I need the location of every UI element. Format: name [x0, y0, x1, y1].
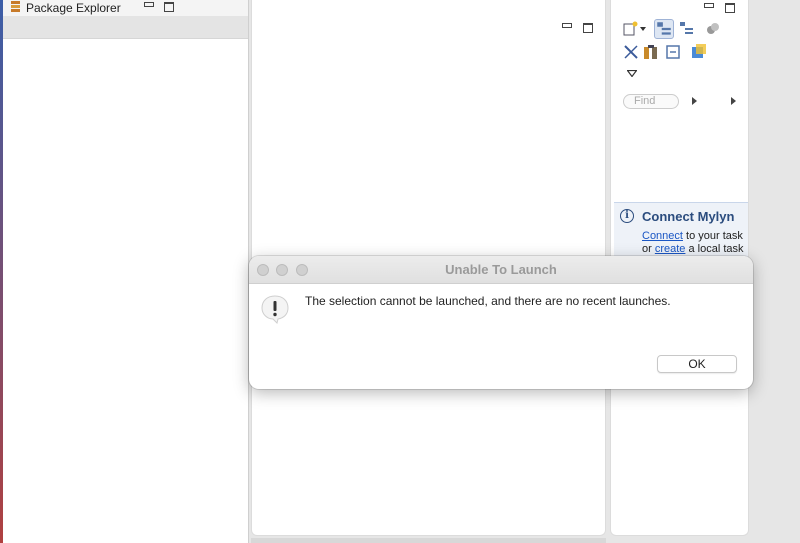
new-task-icon[interactable]: [623, 21, 639, 37]
mylyn-connect-line: Connect to your task: [642, 230, 743, 242]
dialog-title: Unable To Launch: [445, 262, 557, 277]
package-explorer-toolbar: [3, 16, 248, 39]
minimize-view-icon[interactable]: [144, 2, 154, 7]
create-line-text: a local task: [685, 243, 744, 255]
new-task-dropdown-icon[interactable]: [640, 27, 646, 31]
package-explorer-view: Package Explorer: [3, 0, 249, 543]
task-view-minimize-icon[interactable]: [704, 3, 714, 8]
link-editor-icon[interactable]: [691, 43, 707, 59]
scheduled-view-icon[interactable]: [679, 21, 695, 37]
maximize-view-icon[interactable]: [164, 2, 174, 12]
filter-completed-icon[interactable]: [623, 44, 639, 60]
task-view-maximize-icon[interactable]: [725, 3, 735, 13]
focus-icon[interactable]: [705, 21, 721, 37]
exclamation-alert-icon: [261, 295, 289, 324]
info-icon: i: [620, 209, 634, 223]
dialog-message: The selection cannot be launched, and th…: [305, 294, 671, 308]
connect-mylyn-title: Connect Mylyn: [642, 209, 735, 224]
categorized-view-icon[interactable]: [654, 19, 674, 39]
collapse-all-icon[interactable]: [665, 44, 681, 60]
ok-button[interactable]: OK: [657, 355, 737, 373]
unable-to-launch-dialog: Unable To Launch The selection cannot be…: [249, 256, 753, 389]
package-explorer-icon: [11, 1, 20, 12]
find-options-arrow-icon[interactable]: [692, 97, 697, 105]
mylyn-create-line: or create a local task: [642, 243, 744, 255]
connect-link[interactable]: Connect: [642, 230, 683, 242]
bottom-tab-strip: [251, 538, 606, 543]
find-input[interactable]: Find: [623, 94, 679, 109]
connect-mylyn-panel: i Connect Mylyn Connect to your task or …: [614, 202, 748, 262]
task-filter-arrow-icon[interactable]: [731, 97, 736, 105]
package-explorer-title: Package Explorer: [26, 1, 121, 15]
package-explorer-tree[interactable]: [3, 39, 248, 539]
view-menu-icon[interactable]: [627, 70, 637, 77]
or-text: or: [642, 243, 655, 255]
editor-minimize-icon[interactable]: [562, 23, 572, 28]
editor-maximize-icon[interactable]: [583, 23, 593, 33]
connect-line-text: to your task: [682, 230, 743, 242]
show-tasks-icon[interactable]: [643, 44, 659, 60]
create-link[interactable]: create: [655, 243, 686, 255]
package-explorer-header: Package Explorer: [3, 0, 248, 16]
dialog-titlebar[interactable]: Unable To Launch: [249, 256, 753, 284]
